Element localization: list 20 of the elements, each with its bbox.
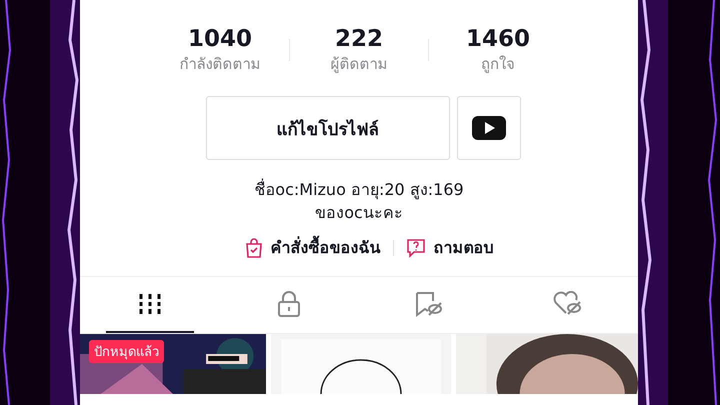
- grid-icon: [138, 293, 162, 315]
- stat-count: 1040: [188, 25, 252, 53]
- youtube-button[interactable]: [456, 96, 520, 160]
- hidden-heart-icon: [553, 291, 584, 317]
- bio-text: ชื่อoc:Mizuo อายุ:20 สูง:169: [254, 178, 464, 201]
- stat-label: กำลังติดตาม: [180, 54, 260, 75]
- stat-count: 222: [334, 25, 383, 53]
- stat-count: 1460: [466, 25, 530, 53]
- orders-link[interactable]: คำสั่งซื้อของฉัน: [244, 235, 380, 260]
- stat-label: ถูกใจ: [481, 54, 515, 75]
- bio-text: ของocนะคะ: [315, 202, 403, 224]
- hidden-bookmark-icon: [414, 291, 443, 317]
- lock-icon: [277, 291, 302, 317]
- question-bubble-icon: [406, 238, 426, 258]
- stat-label: ผู้ติดตาม: [330, 54, 388, 75]
- edit-profile-button[interactable]: แก้ไขโปรไฟล์: [206, 96, 450, 160]
- pinned-badge: ปักหมุดแล้ว: [89, 340, 164, 363]
- qa-link[interactable]: ถามตอบ: [406, 235, 494, 260]
- shopping-bag-icon: [244, 238, 262, 258]
- play-icon: [472, 116, 506, 140]
